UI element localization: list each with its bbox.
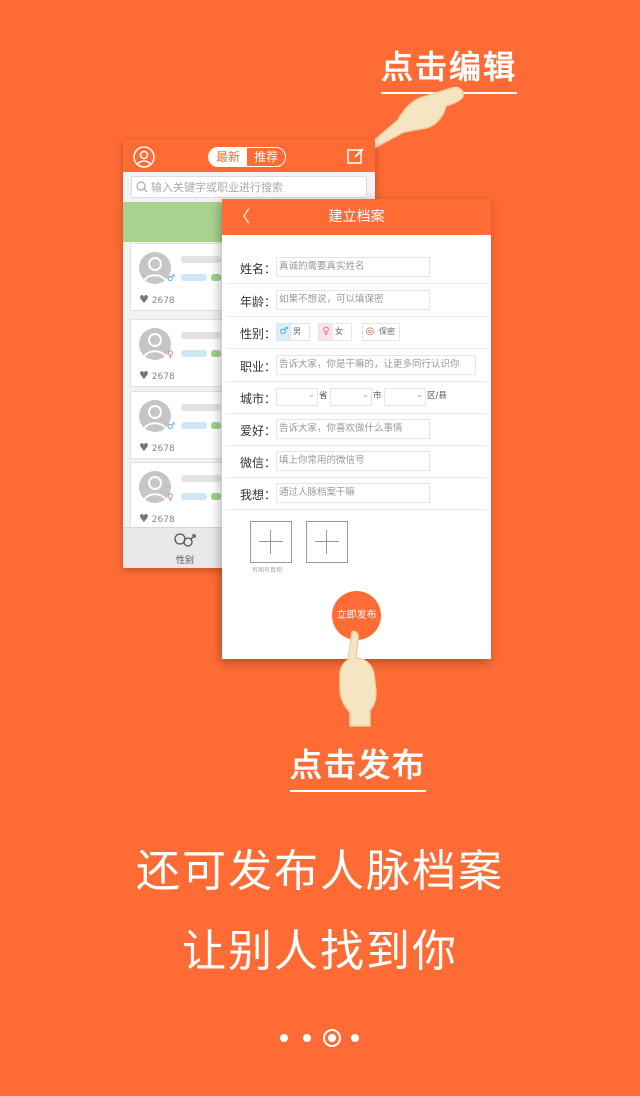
- hobby-field[interactable]: 告诉大家，你喜欢做什么事情: [276, 419, 430, 439]
- callout-publish-text: 点击发布: [290, 740, 427, 792]
- gender-option-secret[interactable]: ◎ 保密: [362, 323, 400, 341]
- headline-line-1: 还可发布人脉档案: [136, 846, 504, 897]
- name-label: 姓名：: [240, 262, 277, 276]
- heart-icon[interactable]: ♥: [139, 441, 149, 454]
- gender-option-male[interactable]: ♂ 男: [276, 323, 310, 341]
- city-select[interactable]: ⌄: [330, 388, 372, 406]
- gender-row: 性别： ♂ 男 ♀ 女 ◎ 保密: [226, 316, 487, 349]
- name-row: 姓名： 真诚的需要真实姓名: [226, 251, 487, 284]
- chevron-down-icon: ⌄: [362, 390, 369, 399]
- photo-hint: 有图有真相: [252, 567, 283, 574]
- like-count: ♥ 2678: [139, 512, 175, 525]
- back-chevron-icon[interactable]: 〈: [234, 199, 250, 235]
- gender-label: 性别：: [240, 327, 277, 341]
- name-field[interactable]: 真诚的需要真实姓名: [276, 257, 430, 277]
- district-select[interactable]: ⌄: [384, 388, 426, 406]
- pointing-hand-icon: [366, 86, 464, 149]
- gender-icon: [174, 533, 196, 547]
- create-profile-screen: 〈 建立档案 姓名： 真诚的需要真实姓名 年龄： 如果不想说，可以填保密 性别：…: [222, 199, 491, 659]
- province-select[interactable]: ⌄: [276, 388, 318, 406]
- wechat-field[interactable]: 填上你常用的微信号: [276, 451, 430, 471]
- blurred-badge: [211, 422, 221, 429]
- city-select-label: 市: [373, 391, 382, 401]
- hobby-label: 爱好：: [240, 424, 277, 438]
- page-dot[interactable]: [280, 1034, 288, 1042]
- blurred-name: [181, 256, 221, 263]
- female-icon: ♀: [319, 324, 333, 340]
- male-icon: ♂: [167, 422, 176, 432]
- city-label: 城市：: [240, 392, 277, 406]
- want-label: 我想：: [240, 488, 277, 502]
- city-row: 城市： ⌄ 省 ⌄ 市 ⌄ 区/县: [226, 381, 487, 414]
- like-count: ♥ 2678: [139, 293, 175, 306]
- heart-icon[interactable]: ♥: [139, 293, 149, 306]
- district-label: 区/县: [427, 391, 447, 401]
- male-icon: ♂: [277, 324, 291, 340]
- heart-icon[interactable]: ♥: [139, 512, 149, 525]
- add-photo-button[interactable]: [306, 521, 348, 563]
- form-header: 〈 建立档案: [222, 199, 491, 235]
- want-row: 我想： 通过人脉档案干嘛: [226, 477, 487, 510]
- province-label: 省: [319, 391, 328, 401]
- gender-option-female[interactable]: ♀ 女: [318, 323, 352, 341]
- chevron-down-icon: ⌄: [416, 390, 423, 399]
- blurred-name: [181, 332, 221, 339]
- female-icon: ♀: [167, 350, 174, 360]
- tab-recommended[interactable]: 推荐: [247, 148, 285, 166]
- page-title: 建立档案: [328, 209, 385, 225]
- tab-latest[interactable]: 最新: [209, 148, 248, 166]
- blurred-tag: [181, 493, 207, 500]
- page-dot-active[interactable]: [323, 1029, 341, 1047]
- age-row: 年龄： 如果不想说，可以填保密: [226, 284, 487, 317]
- user-profile-icon[interactable]: [133, 146, 155, 168]
- chevron-down-icon: ⌄: [308, 390, 315, 399]
- blurred-badge: [211, 493, 221, 500]
- hobby-row: 爱好： 告诉大家，你喜欢做什么事情: [226, 413, 487, 446]
- tab-gender[interactable]: 性别: [171, 532, 199, 566]
- blurred-badge: [211, 350, 221, 357]
- like-count: ♥ 2678: [139, 369, 175, 382]
- list-header: 最新 推荐: [123, 140, 375, 172]
- female-icon: ♀: [167, 493, 174, 503]
- headline-line-2: 让别人找到你: [182, 926, 458, 977]
- male-icon: ♂: [167, 274, 176, 284]
- edit-icon[interactable]: [347, 147, 365, 165]
- tab-gender-label: 性别: [175, 556, 194, 566]
- page-dot[interactable]: [351, 1034, 359, 1042]
- blurred-tag: [181, 274, 207, 281]
- pointing-hand-icon: [339, 630, 377, 727]
- age-label: 年龄：: [240, 295, 277, 309]
- job-field[interactable]: 告诉大家，你是干嘛的，让更多同行认识你: [276, 355, 476, 375]
- blurred-tag: [181, 422, 207, 429]
- wechat-label: 微信：: [240, 456, 277, 470]
- secret-circle-icon: ◎: [365, 326, 375, 337]
- search-placeholder: 输入关键字或职业进行搜索: [151, 181, 283, 194]
- add-photo-button[interactable]: [250, 521, 292, 563]
- want-field[interactable]: 通过人脉档案干嘛: [276, 483, 430, 503]
- page-indicator: [279, 1028, 363, 1048]
- search-icon: [136, 181, 148, 193]
- page-dot[interactable]: [303, 1034, 311, 1042]
- age-field[interactable]: 如果不想说，可以填保密: [276, 290, 430, 310]
- job-label: 职业：: [240, 360, 277, 374]
- feed-segment-control: 最新 推荐: [208, 147, 287, 167]
- wechat-row: 微信： 填上你常用的微信号: [226, 445, 487, 478]
- blurred-badge: [211, 274, 221, 281]
- blurred-tag: [181, 350, 207, 357]
- job-row: 职业： 告诉大家，你是干嘛的，让更多同行认识你: [226, 349, 487, 382]
- blurred-name: [181, 475, 221, 482]
- blurred-name: [181, 404, 221, 411]
- heart-icon[interactable]: ♥: [139, 369, 149, 382]
- like-count: ♥ 2678: [139, 441, 175, 454]
- search-input[interactable]: 输入关键字或职业进行搜索: [131, 176, 367, 198]
